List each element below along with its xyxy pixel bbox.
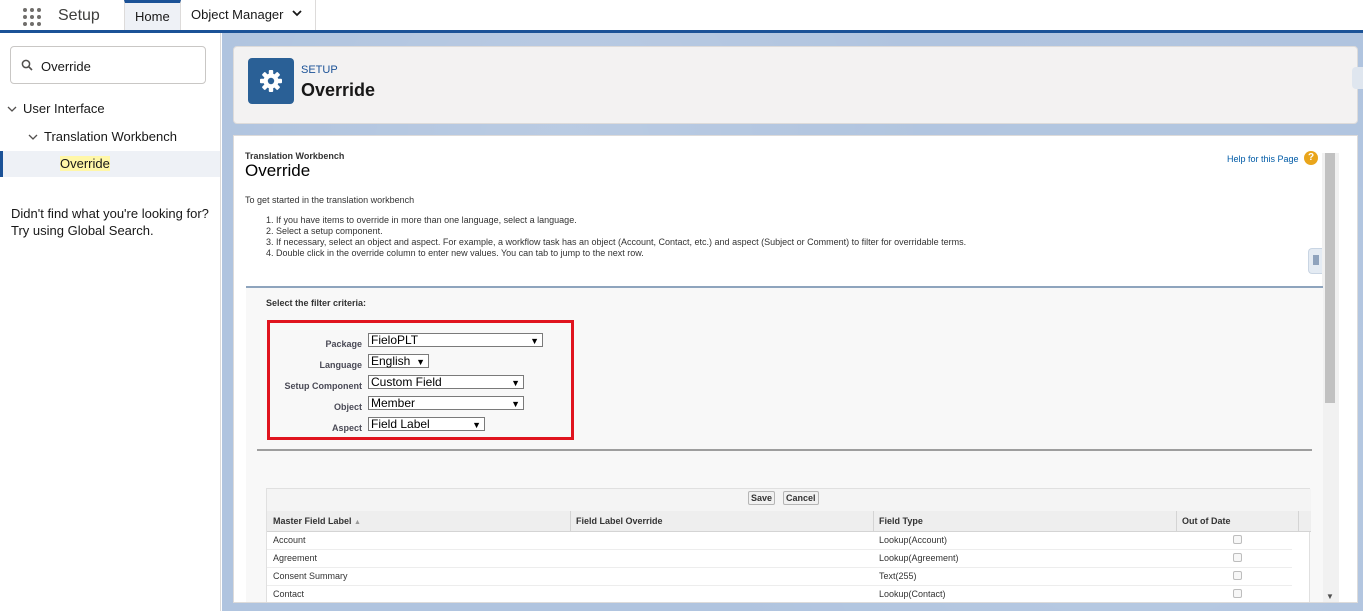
- table-row[interactable]: Consent Summary Text(255): [267, 567, 1292, 586]
- cell-master-label: Consent Summary: [273, 571, 348, 581]
- tab-home[interactable]: Home: [124, 0, 181, 30]
- grid-toolbar: Save Cancel: [267, 489, 1311, 511]
- tab-object-manager[interactable]: Object Manager: [181, 0, 316, 30]
- save-button[interactable]: Save: [748, 491, 776, 505]
- instruction-steps: 1. If you have items to override in more…: [266, 215, 966, 259]
- table-row[interactable]: Contact Lookup(Contact): [267, 585, 1292, 602]
- cell-field-type: Lookup(Account): [879, 535, 948, 545]
- panel-toggle-handle[interactable]: [1352, 67, 1363, 89]
- table-row[interactable]: Agreement Lookup(Agreement): [267, 549, 1292, 568]
- chevron-down-icon[interactable]: [28, 132, 44, 144]
- hint-line-2: Try using Global Search.: [11, 223, 154, 238]
- language-value: English: [371, 354, 411, 368]
- classic-page-frame: Translation Workbench Override Help for …: [233, 135, 1358, 603]
- column-divider: [1298, 511, 1299, 531]
- vertical-scrollbar[interactable]: ▼: [1322, 153, 1339, 602]
- cancel-button[interactable]: Cancel: [783, 491, 819, 505]
- language-select[interactable]: English ▼: [368, 354, 429, 368]
- global-header: Setup Home Object Manager: [0, 0, 1363, 33]
- app-name: Setup: [58, 7, 100, 24]
- header-breadcrumb[interactable]: SETUP: [301, 64, 338, 76]
- package-select[interactable]: FieloPLT ▼: [368, 333, 543, 347]
- tree-item-user-interface[interactable]: User Interface: [7, 101, 105, 116]
- tree-item-label: User Interface: [23, 101, 105, 116]
- setup-component-label: Setup Component: [284, 381, 363, 391]
- setup-sidebar: User Interface Translation Workbench Ove…: [0, 33, 221, 611]
- cell-field-type: Lookup(Contact): [879, 589, 946, 599]
- classic-page-title: Override: [245, 161, 311, 180]
- page-title: Override: [301, 80, 376, 100]
- col-header-text: Master Field Label: [273, 516, 352, 526]
- cell-master-label: Account: [273, 535, 306, 545]
- sort-asc-icon: ▲: [354, 519, 361, 526]
- cell-field-type: Lookup(Agreement): [879, 553, 959, 563]
- object-select[interactable]: Member ▼: [368, 396, 524, 410]
- object-label: Object: [333, 402, 362, 412]
- package-value: FieloPLT: [371, 333, 419, 347]
- step-item: 4. Double click in the override column t…: [266, 248, 644, 258]
- cell-master-label: Agreement: [273, 553, 318, 563]
- help-icon[interactable]: ?: [1304, 151, 1318, 165]
- dropdown-arrow-icon: ▼: [472, 420, 481, 430]
- chevron-down-icon[interactable]: [291, 0, 303, 30]
- col-master-field-label[interactable]: Master Field Label ▲: [273, 516, 361, 526]
- search-icon: [21, 59, 33, 71]
- step-item: 2. Select a setup component.: [266, 226, 383, 236]
- setup-component-value: Custom Field: [371, 375, 442, 389]
- main-content: SETUP Override Translation Workbench Ove…: [222, 33, 1363, 611]
- setup-component-select[interactable]: Custom Field ▼: [368, 375, 524, 389]
- page-header: SETUP Override: [233, 46, 1358, 124]
- filter-panel: Select the filter criteria: Package Fiel…: [246, 286, 1323, 602]
- object-value: Member: [371, 396, 416, 410]
- step-item: 3. If necessary, select an object and as…: [266, 237, 967, 247]
- help-link[interactable]: Help for this Page: [1227, 154, 1299, 164]
- filter-heading: Select the filter criteria:: [266, 298, 367, 308]
- tree-item-translation-workbench[interactable]: Translation Workbench: [28, 129, 177, 144]
- chevron-down-icon[interactable]: [7, 104, 23, 116]
- grid-header-row: Master Field Label ▲ Field Label Overrid…: [267, 511, 1311, 532]
- override-grid: Save Cancel Master Field Label ▲ Field L…: [266, 488, 1311, 602]
- scrollbar-thumb[interactable]: [1325, 153, 1335, 403]
- table-row[interactable]: Account Lookup(Account): [267, 531, 1292, 550]
- intro-text: To get started in the translation workbe…: [245, 195, 415, 205]
- hint-line-1: Didn't find what you're looking for?: [11, 206, 209, 221]
- out-of-date-checkbox[interactable]: [1233, 589, 1242, 598]
- tree-item-override[interactable]: Override: [0, 151, 220, 177]
- column-divider: [1176, 511, 1177, 531]
- out-of-date-checkbox[interactable]: [1233, 535, 1242, 544]
- aspect-select[interactable]: Field Label ▼: [368, 417, 485, 431]
- col-field-label-override[interactable]: Field Label Override: [576, 516, 663, 526]
- tab-object-manager-label: Object Manager: [191, 7, 284, 22]
- aspect-value: Field Label: [371, 417, 430, 431]
- dropdown-arrow-icon: ▼: [416, 357, 425, 367]
- step-item: 1. If you have items to override in more…: [266, 215, 577, 225]
- quick-find-box[interactable]: [10, 46, 206, 84]
- column-divider: [873, 511, 874, 531]
- tree-item-label: Override: [60, 156, 110, 171]
- classic-breadcrumb: Translation Workbench: [245, 151, 345, 161]
- dropdown-arrow-icon: ▼: [530, 336, 539, 346]
- dropdown-arrow-icon: ▼: [511, 399, 520, 409]
- out-of-date-checkbox[interactable]: [1233, 571, 1242, 580]
- tree-item-label: Translation Workbench: [44, 129, 177, 144]
- language-label: Language: [319, 360, 362, 370]
- dropdown-arrow-icon: ▼: [511, 378, 520, 388]
- quick-find-input[interactable]: [39, 55, 203, 77]
- collapse-arrow-icon: [1313, 255, 1319, 265]
- cell-field-type: Text(255): [879, 571, 917, 581]
- filter-divider: [257, 449, 1312, 451]
- sidebar-collapse-handle[interactable]: [1308, 248, 1322, 274]
- tab-home-label: Home: [135, 9, 170, 24]
- col-field-type[interactable]: Field Type: [879, 516, 923, 526]
- out-of-date-checkbox[interactable]: [1233, 553, 1242, 562]
- aspect-label: Aspect: [331, 423, 362, 433]
- col-out-of-date[interactable]: Out of Date: [1182, 516, 1231, 526]
- no-results-hint: Didn't find what you're looking for? Try…: [11, 205, 216, 239]
- column-divider: [570, 511, 571, 531]
- scroll-down-icon[interactable]: ▼: [1326, 592, 1334, 601]
- app-launcher-icon[interactable]: [23, 8, 43, 26]
- cell-master-label: Contact: [273, 589, 305, 599]
- gear-icon: [248, 58, 294, 104]
- package-label: Package: [325, 339, 362, 349]
